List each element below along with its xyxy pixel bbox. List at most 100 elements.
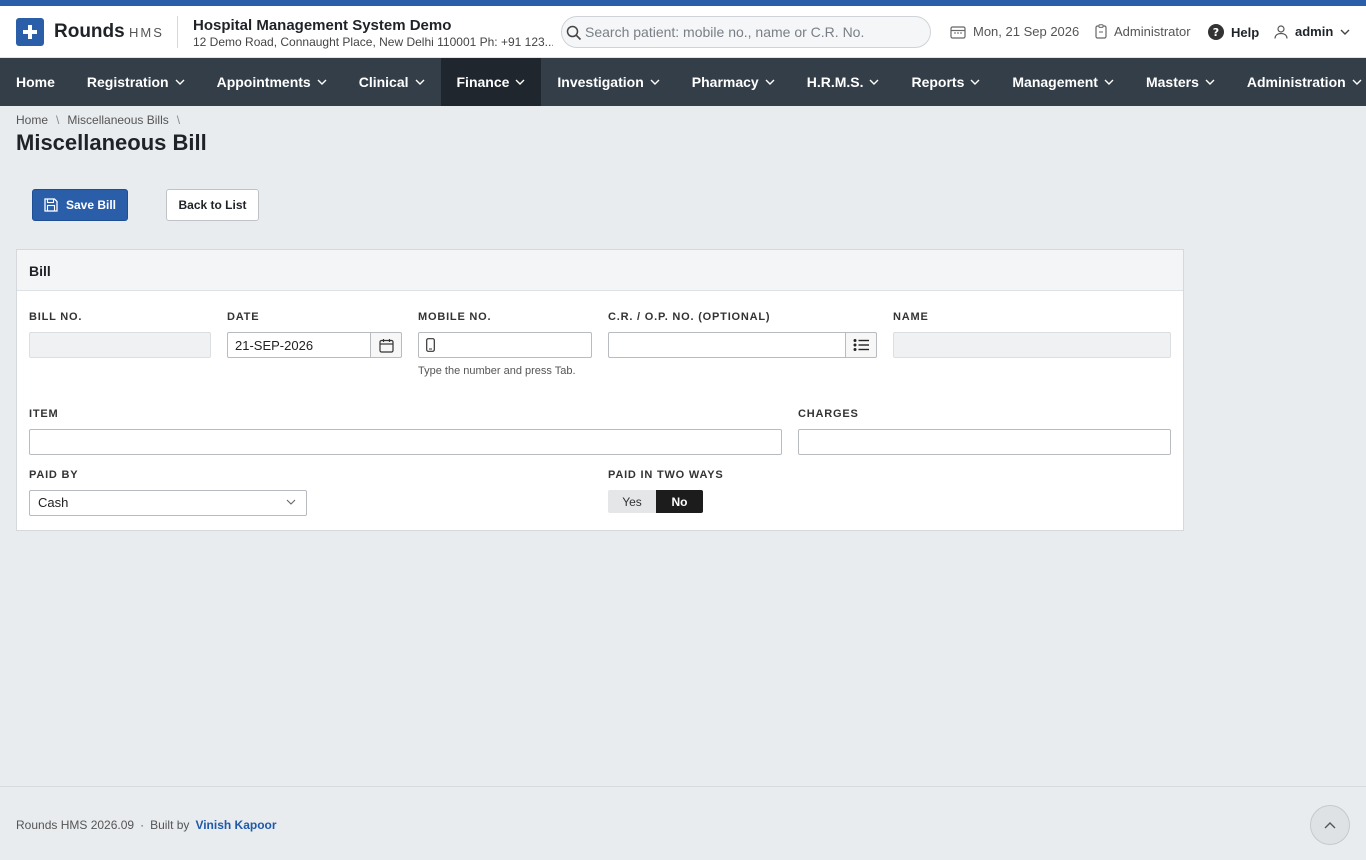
chevron-down-icon xyxy=(765,79,775,85)
nav-investigation-label: Investigation xyxy=(557,74,644,90)
footer-built-by: Built by xyxy=(150,818,190,832)
nav-reports-label: Reports xyxy=(911,74,965,90)
chevron-down-icon xyxy=(1352,79,1362,85)
breadcrumb-current[interactable]: Miscellaneous Bills xyxy=(67,113,168,127)
nav-management-label: Management xyxy=(1012,74,1098,90)
nav-finance-label: Finance xyxy=(456,74,510,90)
bill-no-field xyxy=(29,332,211,358)
list-icon xyxy=(853,339,869,351)
header-role[interactable]: Administrator xyxy=(1095,24,1191,39)
paid-two-ways-label: PAID IN TWO WAYS xyxy=(608,469,724,481)
date-field[interactable] xyxy=(227,332,371,358)
save-bill-button[interactable]: Save Bill xyxy=(32,189,128,221)
item-label: ITEM xyxy=(29,408,59,420)
paid-by-label: PAID BY xyxy=(29,469,79,481)
cr-no-field[interactable] xyxy=(608,332,846,358)
nav-home-label: Home xyxy=(16,74,55,90)
page-content: Home \ Miscellaneous Bills \ Miscellaneo… xyxy=(0,106,1366,786)
app-name[interactable]: Rounds xyxy=(54,21,125,43)
paid-two-ways-toggle: Yes No xyxy=(608,490,703,513)
chevron-down-icon xyxy=(415,79,424,85)
cr-lookup-button[interactable] xyxy=(845,332,877,358)
nav-registration-label: Registration xyxy=(86,74,169,90)
name-field xyxy=(893,332,1171,358)
toggle-no-option[interactable]: No xyxy=(656,490,703,513)
chevron-up-icon xyxy=(1324,822,1336,829)
nav-registration[interactable]: Registration xyxy=(71,58,201,106)
header-date-text: Mon, 21 Sep 2026 xyxy=(973,24,1080,39)
app-subname: HMS xyxy=(129,25,164,40)
nav-hrms[interactable]: H.R.M.S. xyxy=(791,58,896,106)
chevron-down-icon xyxy=(970,79,980,85)
charges-field[interactable] xyxy=(798,429,1171,455)
header-divider xyxy=(177,16,178,48)
page-footer: Rounds HMS 2026.09 · Built by Vinish Kap… xyxy=(0,786,1366,860)
nav-clinical-label: Clinical xyxy=(358,74,409,90)
item-field[interactable] xyxy=(29,429,782,455)
name-label: NAME xyxy=(893,311,929,323)
bill-panel-title: Bill xyxy=(17,250,1183,291)
nav-finance[interactable]: Finance xyxy=(440,58,542,106)
nav-masters-label: Masters xyxy=(1145,74,1199,90)
calendar-icon xyxy=(950,25,966,39)
mobile-phone-icon xyxy=(426,338,435,352)
patient-search-input[interactable] xyxy=(585,17,925,47)
user-name: admin xyxy=(1295,24,1334,39)
nav-clinical[interactable]: Clinical xyxy=(343,58,441,106)
chevron-down-icon xyxy=(317,79,327,85)
user-menu[interactable]: admin xyxy=(1274,24,1350,39)
scroll-to-top-button[interactable] xyxy=(1310,805,1350,845)
back-to-list-button[interactable]: Back to List xyxy=(166,189,259,221)
page-title: Miscellaneous Bill xyxy=(16,130,207,155)
nav-masters[interactable]: Masters xyxy=(1130,58,1231,106)
nav-management[interactable]: Management xyxy=(996,58,1130,106)
nav-administration[interactable]: Administration xyxy=(1231,58,1366,106)
mobile-no-label: MOBILE NO. xyxy=(418,311,492,323)
patient-search-box[interactable] xyxy=(561,16,931,48)
chevron-down-icon xyxy=(1205,79,1215,85)
bill-no-label: BILL NO. xyxy=(29,311,83,323)
nav-pharmacy[interactable]: Pharmacy xyxy=(676,58,791,106)
toggle-yes-option[interactable]: Yes xyxy=(608,490,656,513)
mobile-no-field[interactable] xyxy=(418,332,592,358)
help-label: Help xyxy=(1231,24,1260,40)
chevron-down-icon xyxy=(1340,29,1350,35)
help-icon: ? xyxy=(1208,24,1224,40)
footer-dot: · xyxy=(140,818,145,832)
help-link[interactable]: ? Help xyxy=(1208,24,1259,40)
header-role-text: Administrator xyxy=(1114,24,1191,39)
chevron-down-icon xyxy=(175,79,185,85)
chevron-down-icon xyxy=(515,79,525,85)
nav-pharmacy-label: Pharmacy xyxy=(691,74,759,90)
app-header: Rounds HMS Hospital Management System De… xyxy=(0,6,1366,58)
nav-appointments[interactable]: Appointments xyxy=(201,58,343,106)
nav-administration-label: Administration xyxy=(1246,74,1346,90)
paid-by-select[interactable]: Cash xyxy=(29,490,307,516)
nav-investigation[interactable]: Investigation xyxy=(541,58,675,106)
cr-no-label: C.R. / O.P. NO. (OPTIONAL) xyxy=(608,311,771,323)
chevron-down-icon xyxy=(1104,79,1114,85)
nav-home[interactable]: Home xyxy=(0,58,71,106)
clipboard-icon xyxy=(1095,24,1107,39)
main-nav: Home Registration Appointments Clinical … xyxy=(0,58,1366,106)
date-picker-button[interactable] xyxy=(370,332,402,358)
nav-appointments-label: Appointments xyxy=(216,74,311,90)
footer-author-link[interactable]: Vinish Kapoor xyxy=(195,818,276,832)
search-icon xyxy=(566,25,582,41)
hospital-name: Hospital Management System Demo xyxy=(193,17,452,34)
save-icon xyxy=(44,198,58,212)
svg-text:?: ? xyxy=(1213,26,1219,39)
chevron-down-icon xyxy=(650,79,660,85)
paid-by-value: Cash xyxy=(38,495,69,510)
calendar-icon xyxy=(378,338,394,353)
charges-label: CHARGES xyxy=(798,408,859,420)
mobile-no-help: Type the number and press Tab. xyxy=(418,365,576,377)
footer-text: Rounds HMS 2026.09 · Built by Vinish Kap… xyxy=(16,818,277,832)
breadcrumb: Home \ Miscellaneous Bills \ xyxy=(16,113,180,127)
logo-icon[interactable] xyxy=(16,18,44,46)
date-label: DATE xyxy=(227,311,260,323)
user-icon xyxy=(1274,24,1288,39)
breadcrumb-separator: \ xyxy=(176,113,181,127)
breadcrumb-home[interactable]: Home xyxy=(16,113,48,127)
nav-reports[interactable]: Reports xyxy=(895,58,996,106)
